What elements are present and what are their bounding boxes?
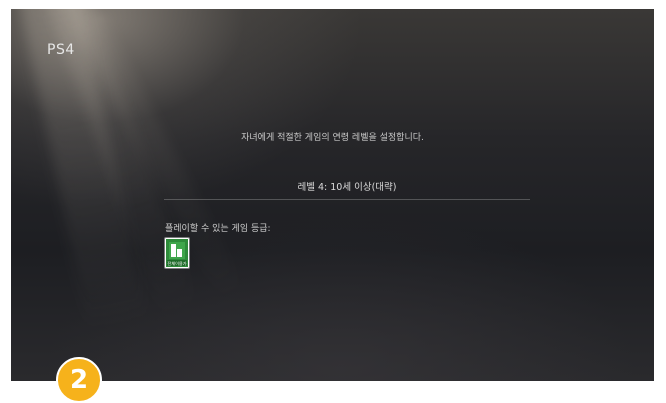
page-headline: 자녀에게 적절한 게임의 연령 레벨을 설정합니다. — [241, 133, 424, 143]
age-level-selector[interactable]: 레벨 4: 10세 이상(대략) — [164, 177, 530, 200]
allowed-ratings-label: 플레이할 수 있는 게임 등급: — [165, 224, 271, 234]
ps4-logo: PS4 — [47, 42, 75, 58]
ps4-screen: PS4 자녀에게 적절한 게임의 연령 레벨을 설정합니다. 레벨 4: 10세… — [11, 9, 654, 381]
rating-all-ages-icon: 전체이용가 — [165, 238, 189, 268]
rating-badge-text: 전체이용가 — [167, 260, 186, 267]
step-number-badge: 2 — [56, 357, 102, 403]
